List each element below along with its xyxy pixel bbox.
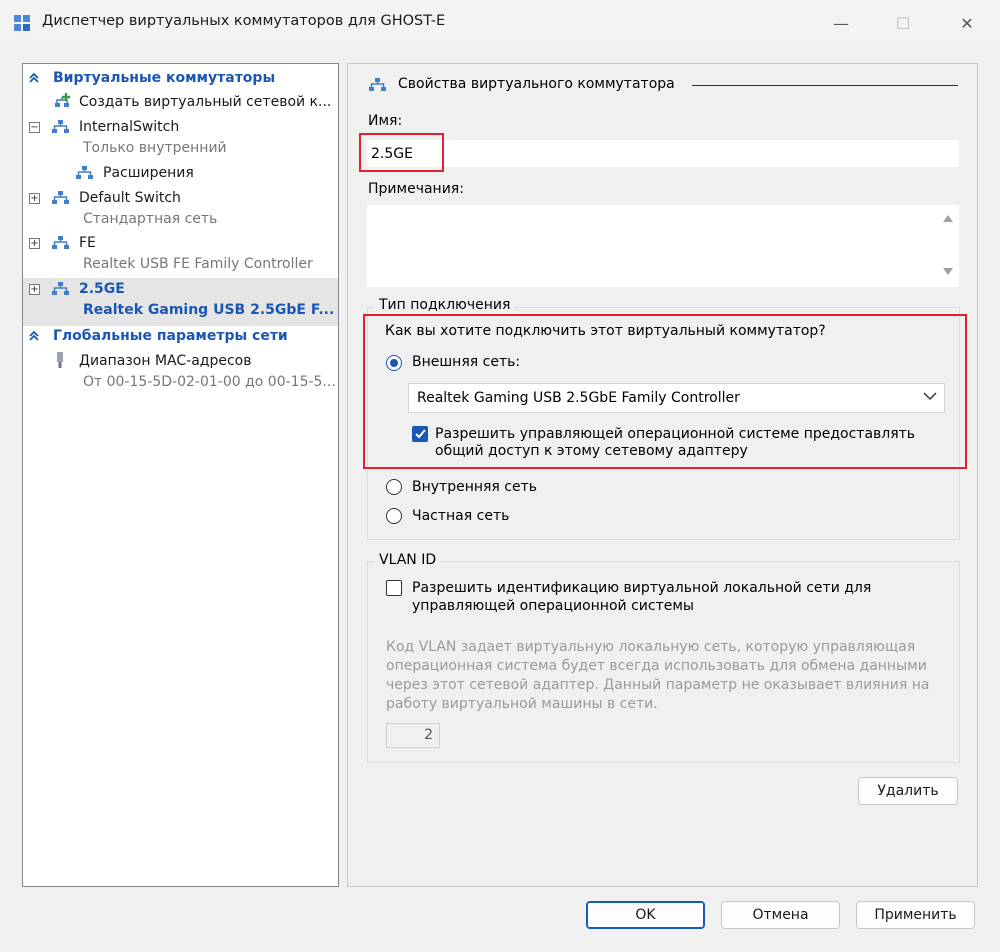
internal-network-radio[interactable] bbox=[386, 479, 402, 495]
tree-item-2-5ge[interactable]: + 2.5GE Realtek Gaming USB 2.5GbE F... bbox=[23, 278, 338, 326]
vlan-description-2: операционная система будет всегда исполь… bbox=[386, 658, 927, 674]
tree-item-extensions[interactable]: Расширения bbox=[23, 162, 338, 184]
properties-header: Свойства виртуального коммутатора bbox=[366, 74, 966, 96]
vlan-description-4: работу виртуальной машины в сети. bbox=[386, 696, 658, 712]
vlan-enable-label-2[interactable]: управляющей операционной системы bbox=[412, 598, 694, 614]
section-virtual-switches[interactable]: Виртуальные коммутаторы bbox=[23, 68, 338, 90]
section-global-settings-label: Глобальные параметры сети bbox=[53, 328, 288, 344]
tree-item-mac-range[interactable]: Диапазон MAC-адресов bbox=[23, 350, 338, 372]
add-switch-icon bbox=[55, 93, 70, 107]
properties-title: Свойства виртуального коммутатора bbox=[398, 76, 675, 92]
close-button[interactable]: ✕ bbox=[944, 0, 990, 46]
network-adapter-icon bbox=[57, 352, 63, 368]
switch-icon bbox=[52, 236, 69, 249]
create-switch-item[interactable]: Создать виртуальный сетевой к... bbox=[23, 91, 338, 113]
create-switch-label: Создать виртуальный сетевой к... bbox=[79, 94, 332, 110]
apply-button[interactable]: Применить bbox=[856, 901, 975, 929]
collapse-expander[interactable]: − bbox=[29, 122, 40, 133]
minimize-button[interactable]: — bbox=[818, 0, 864, 46]
extensions-icon bbox=[76, 166, 93, 179]
notes-label: Примечания: bbox=[368, 181, 464, 197]
notes-textarea[interactable] bbox=[367, 205, 959, 287]
tree-item-default-switch[interactable]: + Default Switch bbox=[23, 187, 338, 209]
scroll-down-icon[interactable] bbox=[942, 267, 954, 277]
tree-item-sublabel: Realtek USB FE Family Controller bbox=[83, 256, 313, 272]
tree-item-label: Расширения bbox=[103, 165, 194, 181]
maximize-button[interactable]: ☐ bbox=[880, 0, 926, 46]
vlan-enable-checkbox[interactable] bbox=[386, 580, 402, 596]
collapse-chevron-icon bbox=[29, 330, 39, 341]
private-network-radio[interactable] bbox=[386, 508, 402, 524]
expand-expander[interactable]: + bbox=[29, 284, 40, 295]
delete-button[interactable]: Удалить bbox=[858, 777, 958, 805]
section-virtual-switches-label: Виртуальные коммутаторы bbox=[53, 70, 276, 86]
header-divider bbox=[692, 85, 958, 86]
switch-icon bbox=[52, 282, 69, 295]
collapse-chevron-icon bbox=[29, 72, 39, 83]
scroll-up-icon[interactable] bbox=[942, 213, 954, 223]
tree-item-sub: Realtek USB FE Family Controller bbox=[23, 254, 338, 276]
vlan-id-input[interactable]: 2 bbox=[386, 723, 440, 748]
vlan-enable-label-1[interactable]: Разрешить идентификацию виртуальной лока… bbox=[412, 580, 871, 596]
name-input[interactable] bbox=[367, 140, 959, 167]
tree-item-sublabel: Realtek Gaming USB 2.5GbE F... bbox=[83, 302, 335, 318]
connection-type-legend: Тип подключения bbox=[375, 297, 515, 313]
switch-tree-pane: Виртуальные коммутаторы Создать виртуаль… bbox=[22, 63, 339, 887]
tree-item-sublabel: Стандартная сеть bbox=[83, 211, 218, 227]
app-icon bbox=[14, 15, 30, 31]
section-global-settings[interactable]: Глобальные параметры сети bbox=[23, 326, 338, 348]
title-bar: Диспетчер виртуальных коммутаторов для G… bbox=[0, 0, 1000, 46]
tree-item-internalswitch[interactable]: − InternalSwitch bbox=[23, 116, 338, 138]
expand-expander[interactable]: + bbox=[29, 238, 40, 249]
tree-item-sub: Стандартная сеть bbox=[23, 209, 338, 231]
switch-icon bbox=[52, 191, 69, 204]
highlight-name-box bbox=[359, 133, 444, 172]
internal-network-label[interactable]: Внутренняя сеть bbox=[412, 479, 537, 495]
ok-button[interactable]: OK bbox=[586, 901, 705, 929]
vlan-description-3: через этот сетевой адаптер. Данный парам… bbox=[386, 677, 930, 693]
expand-expander[interactable]: + bbox=[29, 193, 40, 204]
tree-item-label: FE bbox=[79, 235, 96, 251]
name-label: Имя: bbox=[368, 113, 403, 129]
tree-item-label: InternalSwitch bbox=[79, 119, 180, 135]
highlight-external-box bbox=[363, 314, 967, 469]
tree-item-label: Default Switch bbox=[79, 190, 181, 206]
notes-scrollbar[interactable] bbox=[937, 205, 959, 287]
switch-icon bbox=[369, 78, 386, 91]
window-title: Диспетчер виртуальных коммутаторов для G… bbox=[42, 13, 446, 29]
tree-item-label: Диапазон MAC-адресов bbox=[79, 353, 252, 369]
tree-item-sublabel: От 00-15-5D-02-01-00 до 00-15-5... bbox=[83, 374, 336, 390]
tree-item-sub: От 00-15-5D-02-01-00 до 00-15-5... bbox=[23, 372, 338, 394]
tree-item-label: 2.5GE bbox=[79, 281, 125, 297]
switch-icon bbox=[52, 120, 69, 133]
tree-item-fe[interactable]: + FE bbox=[23, 232, 338, 254]
vlan-legend: VLAN ID bbox=[375, 552, 441, 568]
tree-item-sub: Только внутренний bbox=[23, 138, 338, 160]
tree-item-sublabel: Только внутренний bbox=[83, 140, 227, 156]
cancel-button[interactable]: Отмена bbox=[721, 901, 840, 929]
vlan-description-1: Код VLAN задает виртуальную локальную се… bbox=[386, 639, 916, 655]
private-network-label[interactable]: Частная сеть bbox=[412, 508, 509, 524]
